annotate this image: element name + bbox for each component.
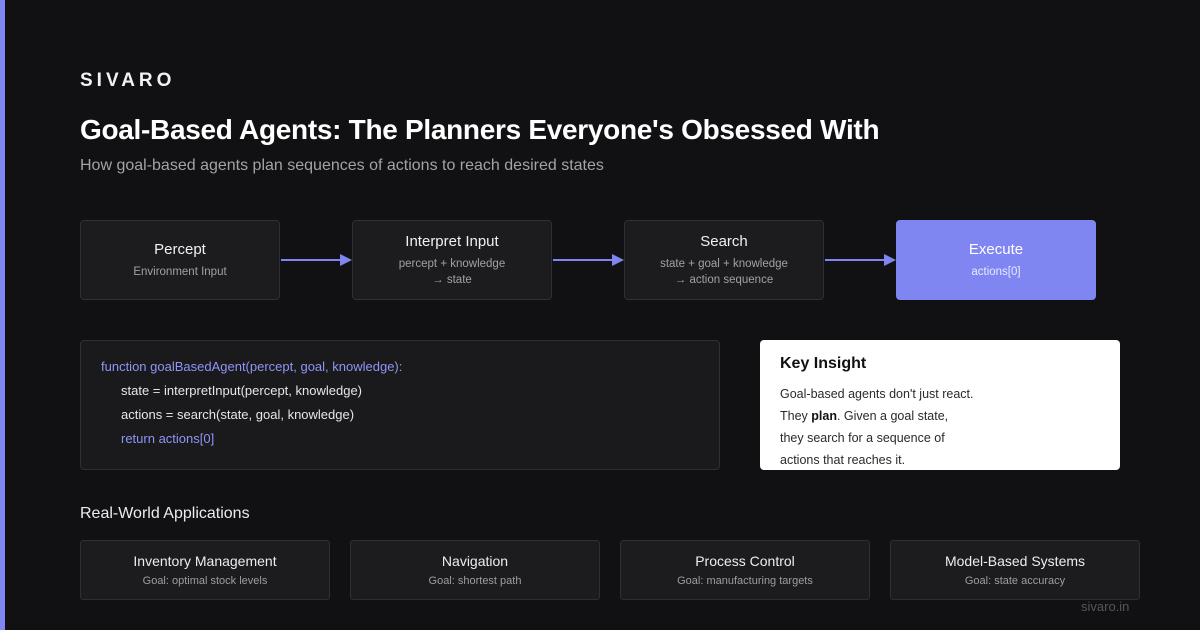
flow-arrowhead-1	[340, 254, 352, 266]
flow-step-interpret-input: Interpret Input percept + knowledge → st…	[352, 220, 552, 300]
code-line-signature: function goalBasedAgent(percept, goal, k…	[101, 359, 403, 374]
flow-step-desc: state + goal + knowledge → action sequen…	[660, 256, 788, 288]
page-title: Goal-Based Agents: The Planners Everyone…	[80, 114, 880, 145]
application-card-model-based-systems: Model-Based Systems Goal: state accuracy	[890, 540, 1140, 600]
application-goal: Goal: state accuracy	[964, 575, 1066, 587]
key-insight-heading: Key Insight	[780, 355, 867, 372]
code-line-interpret: state = interpretInput(percept, knowledg…	[121, 383, 363, 398]
key-insight-line: they search for a sequence of	[780, 431, 945, 445]
applications-heading: Real-World Applications	[80, 505, 250, 522]
application-goal: Goal: optimal stock levels	[142, 575, 268, 587]
application-goal: Goal: manufacturing targets	[677, 575, 813, 587]
flow-arrowhead-2	[612, 254, 624, 266]
flow-step-execute: Execute actions[0]	[896, 220, 1096, 300]
flow-arrows	[281, 254, 896, 266]
flow-step-desc: percept + knowledge → state	[399, 256, 505, 288]
flow-step-desc: Environment Input	[133, 264, 226, 280]
code-line-return: return actions[0]	[121, 431, 215, 446]
flow-step-desc: actions[0]	[971, 264, 1020, 280]
pseudocode-block: function goalBasedAgent(percept, goal, k…	[80, 340, 720, 470]
flow-step-desc-line: → action sequence	[674, 273, 774, 286]
key-insight-line: Goal-based agents don't just react.	[780, 387, 974, 401]
flow-step-title: Execute	[968, 240, 1024, 258]
application-name: Navigation	[441, 553, 509, 569]
key-insight-text: They	[780, 409, 812, 423]
application-name: Inventory Management	[133, 553, 277, 569]
accent-bar	[0, 0, 5, 630]
application-card-process-control: Process Control Goal: manufacturing targ…	[620, 540, 870, 600]
key-insight-card: Key Insight Goal-based agents don't just…	[760, 340, 1120, 470]
flow-step-title: Interpret Input	[405, 232, 499, 250]
brand-logo: SIVARO	[80, 70, 176, 91]
flow-step-desc-line: state + goal + knowledge	[660, 257, 788, 270]
site-url: sivaro.in	[1081, 599, 1130, 614]
flow-step-desc-line: → state	[432, 273, 472, 286]
page-subtitle: How goal-based agents plan sequences of …	[80, 157, 604, 174]
key-insight-text: . Given a goal state,	[836, 409, 949, 423]
flow-arrowhead-3	[884, 254, 896, 266]
key-insight-line: They plan. Given a goal state,	[780, 405, 1100, 427]
key-insight-line: actions that reaches it.	[780, 453, 906, 467]
key-insight-emphasis: plan	[811, 409, 837, 423]
flow-step-search: Search state + goal + knowledge → action…	[624, 220, 824, 300]
application-name: Model-Based Systems	[944, 553, 1086, 569]
application-card-inventory-management: Inventory Management Goal: optimal stock…	[80, 540, 330, 600]
flow-step-title: Search	[700, 232, 748, 250]
flow-step-title: Percept	[154, 240, 206, 258]
flow-step-desc-line: Environment Input	[133, 265, 227, 278]
flow-step-percept: Percept Environment Input	[80, 220, 280, 300]
flow-step-desc-line: percept + knowledge	[398, 257, 506, 270]
application-goal: Goal: shortest path	[428, 575, 522, 587]
flow-step-desc-line: actions[0]	[971, 265, 1021, 278]
code-line-search: actions = search(state, goal, knowledge)	[121, 407, 355, 422]
application-card-navigation: Navigation Goal: shortest path	[350, 540, 600, 600]
application-name: Process Control	[695, 553, 795, 569]
